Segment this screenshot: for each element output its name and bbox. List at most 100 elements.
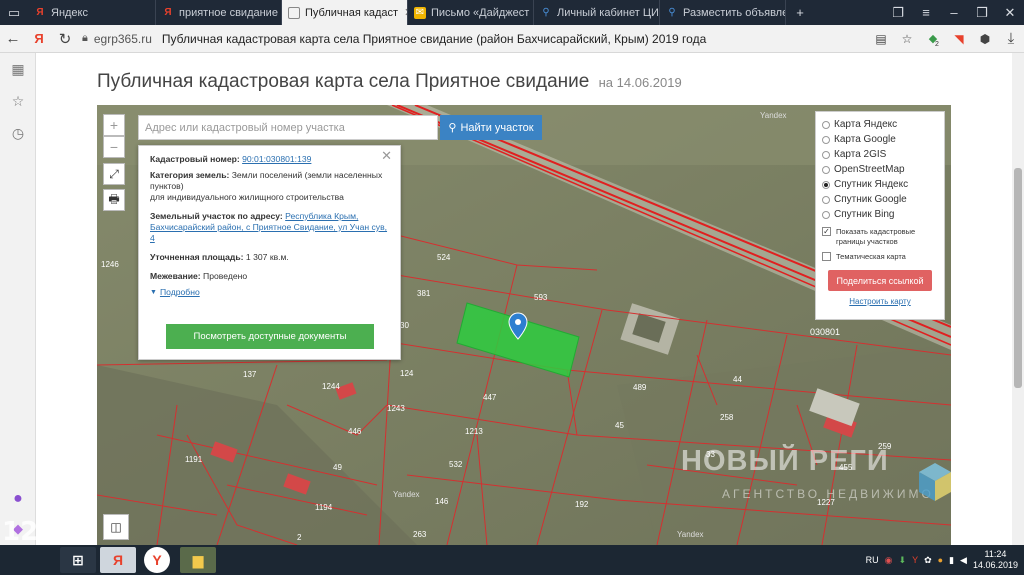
- layer-option-osm[interactable]: OpenStreetMap: [822, 162, 938, 177]
- parcel-label: 263: [413, 530, 427, 539]
- show-borders-label: Показать кадастровые границы участков: [836, 227, 916, 246]
- tab-yandex[interactable]: Я Яндекс: [28, 0, 156, 25]
- radio-icon: [822, 210, 830, 219]
- favorites-star-icon[interactable]: ☆: [0, 85, 36, 117]
- start-icon[interactable]: ⊞: [60, 547, 96, 573]
- radio-icon: [822, 195, 830, 204]
- print-icon[interactable]: 🖶︎: [103, 189, 125, 211]
- tray-volume-icon[interactable]: ◀: [960, 555, 967, 566]
- radio-icon: [822, 120, 830, 129]
- checkbox-checked-icon: ✓: [822, 227, 831, 236]
- extension-icon[interactable]: ◆ 2: [920, 32, 946, 48]
- tray-network-icon[interactable]: ▮: [949, 555, 954, 566]
- ruler-icon[interactable]: ◫: [103, 514, 129, 540]
- area-value: 1 307 кв.м.: [245, 252, 289, 262]
- parcel-label: 1213: [465, 427, 483, 436]
- mail-icon: ✉: [414, 6, 426, 19]
- share-link-button[interactable]: Поделиться ссылкой: [828, 270, 932, 291]
- corner-badge: 1200: [2, 517, 75, 547]
- alice-icon[interactable]: ●: [0, 483, 36, 515]
- menu-icon[interactable]: ≡: [912, 5, 940, 20]
- thematic-map-option[interactable]: Тематическая карта: [822, 252, 938, 262]
- scrollbar-thumb[interactable]: [1014, 168, 1022, 388]
- show-borders-option[interactable]: ✓ Показать кадастровые границы участков: [822, 227, 938, 247]
- clock[interactable]: 11:24 14.06.2019: [973, 549, 1018, 571]
- layer-option-google-satellite[interactable]: Спутник Google: [822, 192, 938, 207]
- tray-download-icon[interactable]: ⬇: [899, 555, 907, 566]
- tray-settings-icon[interactable]: ✿: [924, 555, 932, 566]
- area-label: Уточненная площадь:: [150, 252, 244, 262]
- history-clock-icon[interactable]: ◷: [0, 117, 36, 149]
- parcel-label: 44: [733, 375, 742, 384]
- details-toggle[interactable]: ▼ Подробно: [150, 287, 389, 298]
- location-pin-icon: ⚲: [542, 7, 550, 18]
- layer-label: Спутник Яндекс: [834, 179, 909, 190]
- layer-label: OpenStreetMap: [834, 164, 905, 175]
- setup-map-link[interactable]: Настроить карту: [822, 297, 938, 306]
- layer-option-yandex-satellite[interactable]: Спутник Яндекс: [822, 177, 938, 192]
- tab-search[interactable]: Я приятное свидание: [156, 0, 282, 25]
- download-icon[interactable]: ⤓: [998, 30, 1024, 47]
- tab-cadastral-map[interactable]: Публичная кадаст ✕: [282, 0, 408, 25]
- parcel-label: 137: [243, 370, 257, 379]
- file-explorer-icon[interactable]: ▆: [180, 547, 216, 573]
- collections-icon[interactable]: ❐: [884, 5, 912, 21]
- checkbox-icon: [822, 252, 831, 261]
- survey-value: Проведено: [203, 271, 248, 281]
- extension-2-icon[interactable]: ⬢: [972, 32, 998, 46]
- parcel-label: 532: [449, 460, 463, 469]
- category-label: Категория земель:: [150, 170, 230, 180]
- back-arrow-icon[interactable]: ←: [0, 30, 26, 47]
- watermark-cube-logo: [919, 463, 951, 501]
- new-tab-icon[interactable]: +: [786, 5, 814, 20]
- url-page-title[interactable]: Публичная кадастровая карта села Приятно…: [162, 32, 706, 46]
- page-content: Публичная кадастровая карта села Приятно…: [37, 53, 1012, 545]
- layer-option-bing-satellite[interactable]: Спутник Bing: [822, 207, 938, 222]
- tab-mail[interactable]: ✉ Письмо «Дайджест н: [408, 0, 534, 25]
- yandex-taskbar-icon[interactable]: Я: [100, 547, 136, 573]
- zoom-out-button[interactable]: −: [103, 136, 125, 158]
- url-domain[interactable]: egrp365.ru: [94, 32, 152, 46]
- page-title: Публичная кадастровая карта села Приятно…: [97, 71, 682, 93]
- reader-mode-icon[interactable]: ▤: [868, 32, 894, 46]
- address-bar: ← Я ↻ 🔒︎ egrp365.ru Публичная кадастрова…: [0, 25, 1024, 53]
- tray-coin-icon[interactable]: ●: [938, 555, 943, 565]
- radio-icon: [822, 150, 830, 159]
- fullscreen-icon[interactable]: ⤢: [103, 163, 125, 185]
- bookmark-icon[interactable]: ☆: [894, 32, 920, 46]
- tab-ad[interactable]: ⚲ Разместить объявлен: [660, 0, 786, 25]
- view-documents-button[interactable]: Посмотреть доступные документы: [166, 324, 374, 349]
- tray-app-icon[interactable]: ◉: [885, 555, 893, 566]
- apps-grid-icon[interactable]: ▦: [0, 53, 36, 85]
- refresh-icon[interactable]: ↻: [52, 30, 78, 48]
- cadastral-number-link[interactable]: 90:01:030801:139: [242, 154, 311, 164]
- radio-icon: [822, 165, 830, 174]
- address-label: Земельный участок по адресу:: [150, 211, 283, 221]
- protect-icon[interactable]: ◥: [946, 32, 972, 46]
- layer-label: Спутник Bing: [834, 209, 895, 220]
- maximize-icon[interactable]: ❒: [968, 5, 996, 21]
- tray-yandex-icon[interactable]: Y: [912, 555, 918, 565]
- yandex-logo-icon[interactable]: Я: [26, 31, 52, 46]
- close-icon[interactable]: ✕: [381, 149, 392, 162]
- layer-option-2gis[interactable]: Карта 2GIS: [822, 147, 938, 162]
- cadastral-map[interactable]: 524 593 381 30 137 1244 124 1243 447 446…: [97, 105, 951, 545]
- search-icon: ⚲: [448, 122, 457, 134]
- tab-manager-icon[interactable]: ▭: [0, 5, 28, 21]
- layer-option-google-map[interactable]: Карта Google: [822, 132, 938, 147]
- language-indicator[interactable]: RU: [866, 555, 879, 565]
- lock-icon[interactable]: 🔒︎: [82, 32, 88, 45]
- close-window-icon[interactable]: ✕: [996, 5, 1024, 21]
- parcel-info-popup: ✕ Кадастровый номер: 90:01:030801:139 Ка…: [138, 145, 401, 360]
- parcel-label: 446: [348, 427, 362, 436]
- find-parcel-button[interactable]: ⚲ Найти участок: [440, 115, 542, 140]
- page-scrollbar[interactable]: [1012, 53, 1024, 545]
- tab-cabinet[interactable]: ⚲ Личный кабинет ЦИ: [534, 0, 660, 25]
- yandex-browser-taskbar-icon[interactable]: Y: [144, 547, 170, 573]
- search-input[interactable]: Адрес или кадастровый номер участка: [138, 115, 438, 140]
- layer-option-yandex-map[interactable]: Карта Яндекс: [822, 117, 938, 132]
- watermark-title: НОВЫЙ РЕГИ: [681, 445, 889, 477]
- zoom-in-button[interactable]: +: [103, 114, 125, 136]
- tab-label: Яндекс: [51, 6, 88, 19]
- minimize-icon[interactable]: –: [940, 5, 968, 20]
